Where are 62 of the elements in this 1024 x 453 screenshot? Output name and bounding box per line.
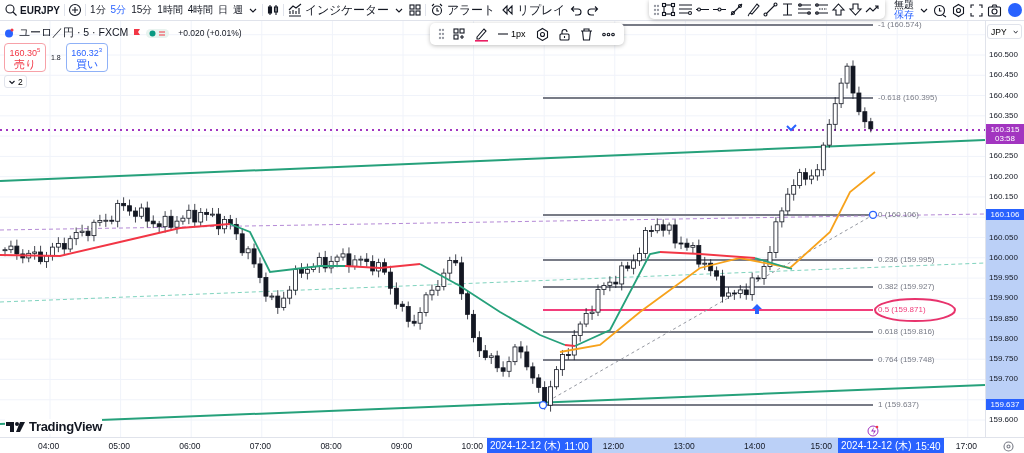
interval-button[interactable]: 4時間 [185,1,216,19]
price-label: 160.450 [989,70,1018,81]
fib-level-label: -1 (160.574) [878,21,922,30]
price-label: 160.000 [989,252,1018,263]
time-label: 06:00 [179,441,201,451]
interval-button[interactable]: 週 [231,1,246,19]
time-label: 08:00 [320,441,342,451]
interval-button[interactable]: 5分 [108,1,129,19]
price-label: 159.950 [989,273,1018,284]
chart-title: ユーロ／円 · 5 · FXCM [19,26,129,40]
time-badge: 2024-12-12 (木) 11:00 [487,438,592,453]
price-label: 160.350 [989,110,1018,121]
fib-level-label: 0.236 (159.995) [878,254,935,265]
price-label: 160.500 [989,50,1018,60]
fib-level-label: -0.618 (160.395) [878,92,938,103]
interval-button[interactable]: 1時間 [155,1,185,19]
time-label: 12:00 [602,441,625,451]
time-label: 17:00 [955,441,978,451]
time-label: 05:00 [108,441,130,451]
price-label: 160.150 [989,191,1018,202]
price-label: 159.800 [989,333,1018,344]
indicators-button[interactable]: インジケーター [286,1,392,19]
replay-button[interactable]: リプレイ [498,1,568,19]
price-badge: 160.315 03:58 [986,124,1024,145]
price-label: 159.750 [989,354,1018,365]
time-label: 15:00 [810,441,832,451]
sell-button[interactable]: 160.30$^{5}$ 売り [4,43,46,72]
fib-level-label: 0.618 (159.816) [878,327,935,338]
time-label: 07:00 [249,441,272,451]
time-badge: 2024-12-12 (木) 15:40 [838,438,944,453]
price-label: 160.200 [989,171,1018,182]
price-label: 160.400 [989,90,1018,101]
price-badge: 160.106 [986,208,1024,220]
time-label: 04:00 [38,441,60,451]
fib-level-label: 1 (159.637) [878,400,919,411]
price-label: 160.050 [989,232,1018,243]
price-label: 159.900 [989,293,1018,304]
time-label: 09:00 [391,441,413,451]
symbol-search-button[interactable]: EURJPY [2,1,62,19]
currency-dropdown[interactable]: JPY [987,24,1022,39]
time-label: 13:00 [673,441,695,451]
time-label: 10:00 [461,441,483,451]
price-change: +0.020 (+0.01%) [178,28,242,38]
save-layout-button[interactable]: 無題 保存 [892,0,916,20]
logo: TradingView [5,419,103,434]
interval-button[interactable]: 15分 [129,1,155,19]
fib-level-label: 0.764 (159.748) [878,355,935,365]
price-badge: 159.637 [986,399,1024,411]
fib-level-label: 0.382 (159.927) [878,282,935,293]
fib-level-label: 0.5 (159.871) [878,305,926,316]
alert-button[interactable]: アラート [428,1,498,19]
price-label: 159.700 [989,374,1018,385]
collapse-button[interactable]: 2 [4,75,27,88]
price-label: 160.250 [989,151,1018,162]
line-width-button[interactable]: 1px [496,29,528,39]
time-label: 14:00 [744,441,766,451]
buy-button[interactable]: 160.32$^{3}$ 買い [65,43,108,72]
interval-button[interactable]: 1分 [88,1,108,19]
price-label: 159.850 [989,313,1018,324]
interval-button[interactable]: 日 [216,1,231,19]
fib-level-label: 0 (160.106) [878,209,919,220]
price-label: 159.600 [989,415,1018,426]
